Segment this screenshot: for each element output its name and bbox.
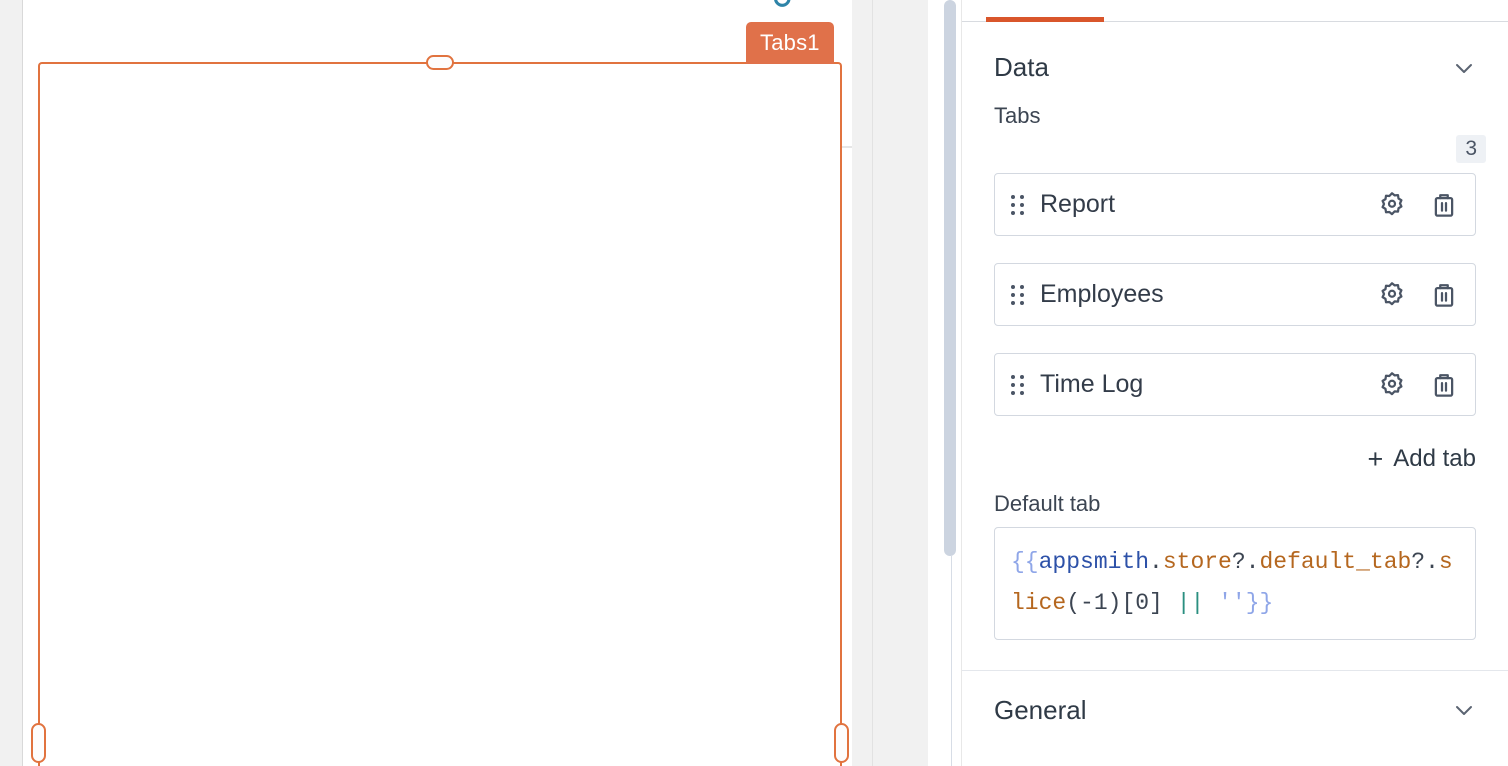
- chart-x-tick: 10K: [471, 760, 512, 766]
- code-token-dot2: .: [1425, 549, 1439, 575]
- drag-handle-icon[interactable]: [1011, 285, 1024, 305]
- drag-handle-icon[interactable]: [1011, 375, 1024, 395]
- refresh-ccw-icon: [779, 705, 819, 745]
- tab-list-item-time-log[interactable]: Time Log: [994, 353, 1476, 416]
- add-tab-label: Add tab: [1393, 445, 1476, 473]
- code-token-paren-open: (: [1066, 590, 1080, 616]
- canvas-right-border: [872, 0, 873, 766]
- resize-handle-right[interactable]: [834, 723, 849, 763]
- resize-handle-left[interactable]: [31, 723, 46, 763]
- drag-handle-icon[interactable]: [1011, 195, 1024, 215]
- app-root: ↻ Report Employees Time Log Time spent p…: [0, 0, 1508, 766]
- chevron-down-icon[interactable]: [1452, 56, 1476, 80]
- widget-name-badge[interactable]: Tabs1: [746, 22, 834, 64]
- code-token-close-brace: }}: [1246, 590, 1274, 616]
- chart-cat-label: 2: [177, 572, 213, 600]
- bar-chart[interactable]: Time spent per Task Task 1 2 3 4 5: [63, 212, 863, 766]
- default-tab-code-input[interactable]: {{appsmith.store?.default_tab?.slice(-1)…: [994, 527, 1476, 640]
- trash-icon[interactable]: [1429, 280, 1459, 310]
- tabs-field-label: Tabs: [962, 83, 1508, 129]
- canvas-scrollbar-rail: [951, 556, 952, 766]
- properties-panel: Data Tabs 3 Report: [961, 0, 1508, 766]
- chart-bar[interactable]: [223, 616, 653, 650]
- code-token-empty-string: '': [1218, 590, 1246, 616]
- code-token-arg: -1: [1080, 590, 1108, 616]
- trash-icon[interactable]: [1429, 190, 1459, 220]
- tab-employees[interactable]: Employees: [254, 103, 378, 146]
- tabs-widget[interactable]: Report Employees Time Log Time spent per…: [63, 64, 863, 764]
- refresh-button[interactable]: [760, 686, 838, 764]
- chart-cat-label: 3: [177, 619, 213, 647]
- chart-cat-label: 4: [177, 665, 213, 693]
- code-token-dot: .: [1149, 549, 1163, 575]
- code-token-index: [0]: [1121, 590, 1162, 616]
- code-token-optional: ?: [1411, 549, 1425, 575]
- code-token-optional-chain: ?.: [1232, 549, 1260, 575]
- default-tab-label: Default tab: [962, 473, 1508, 517]
- chart-cat-label: 1: [177, 526, 213, 554]
- data-section-header[interactable]: Data: [962, 22, 1508, 83]
- tab-strip: Report Employees Time Log: [63, 64, 863, 148]
- gear-icon[interactable]: [1377, 370, 1407, 400]
- panel-active-tab-indicator: [986, 17, 1104, 22]
- chart-y-axis-title: Task: [85, 456, 113, 616]
- chart-title: Time spent per Task: [63, 212, 863, 252]
- tab-list-item-employees[interactable]: Employees: [994, 263, 1476, 326]
- chart-x-tick: 0: [217, 760, 230, 766]
- resize-handle-top[interactable]: [426, 55, 454, 70]
- chart-bar[interactable]: [223, 523, 438, 557]
- code-token-paren-close: ): [1108, 590, 1122, 616]
- tab-time-log[interactable]: Time Log: [442, 103, 545, 146]
- app-canvas: ↻ Report Employees Time Log Time spent p…: [23, 0, 872, 766]
- tab-list-item-label: Employees: [1040, 280, 1355, 309]
- code-token-object: appsmith: [1039, 549, 1149, 575]
- chart-x-tick: 5K: [343, 760, 371, 766]
- chart-bar[interactable]: [223, 709, 226, 743]
- chevron-down-icon[interactable]: [1452, 698, 1476, 722]
- chart-x-tick: 15K: [605, 760, 646, 766]
- tab-list-item-label: Time Log: [1040, 370, 1355, 399]
- tab-list-item-report[interactable]: Report: [994, 173, 1476, 236]
- add-tab-button[interactable]: + Add tab: [962, 443, 1508, 473]
- code-token-open-brace: {{: [1011, 549, 1039, 575]
- chart-bar[interactable]: [223, 662, 653, 696]
- general-section-title: General: [994, 695, 1087, 726]
- tab-list-item-label: Report: [1040, 190, 1355, 219]
- canvas-left-gutter: [0, 0, 22, 766]
- code-token-store: store: [1163, 549, 1232, 575]
- data-section-title: Data: [994, 52, 1049, 83]
- canvas-right-gutter: [852, 0, 928, 766]
- gear-icon[interactable]: [1377, 190, 1407, 220]
- panel-tab-bar: [962, 0, 1508, 22]
- tabs-count-badge: 3: [1456, 135, 1486, 163]
- plus-icon: +: [1367, 446, 1383, 473]
- general-section-header[interactable]: General: [962, 671, 1508, 726]
- chart-cat-label: 5: [177, 712, 213, 740]
- tab-report[interactable]: Report: [115, 103, 190, 146]
- code-token-or: ||: [1177, 590, 1205, 616]
- chart-plot-area: Task 1 2 3 4 5: [63, 362, 863, 762]
- tabs-list: Report Employees: [962, 163, 1508, 416]
- canvas-scrollbar-thumb[interactable]: [944, 0, 956, 556]
- tabs-count-row: 3: [962, 129, 1508, 163]
- clipped-refresh-icon: ↻: [771, 0, 793, 15]
- gear-icon[interactable]: [1377, 280, 1407, 310]
- code-token-default-tab: default_tab: [1259, 549, 1411, 575]
- trash-icon[interactable]: [1429, 370, 1459, 400]
- chart-bar[interactable]: [223, 569, 653, 603]
